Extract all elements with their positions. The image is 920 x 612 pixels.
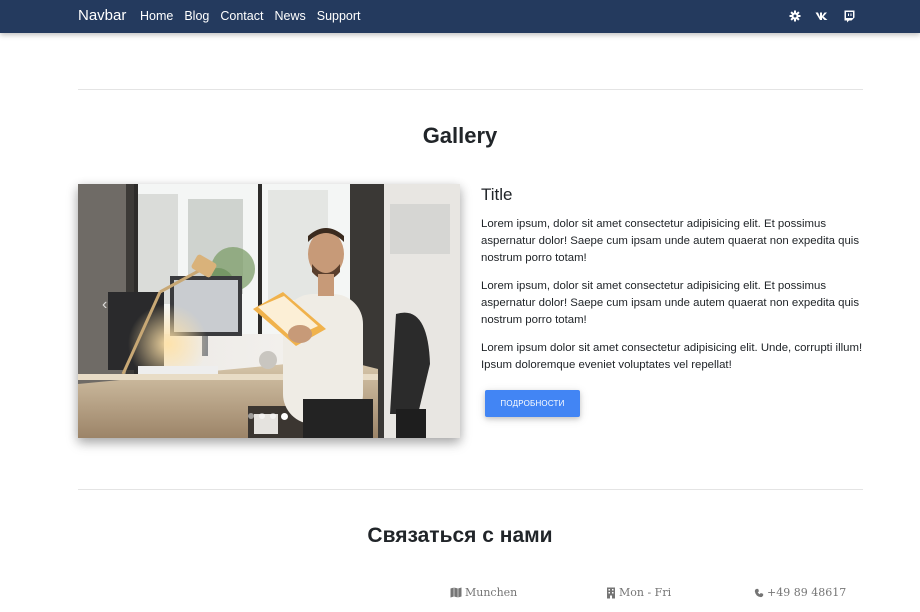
carousel-indicator-1[interactable] [248,413,254,419]
social-links [775,9,856,23]
nav-link-contact[interactable]: Contact [220,9,263,23]
carousel-indicator-3[interactable] [270,413,276,419]
carousel-indicator-2[interactable] [259,413,265,419]
carousel-indicator-4[interactable] [281,412,288,420]
cog-icon[interactable] [788,9,802,23]
contact-heading: Связаться с нами [367,524,553,547]
navbar: Navbar Home Blog Contact News Support [0,0,920,33]
carousel-prev-icon[interactable]: ‹ [102,296,107,314]
contact-phone-text[interactable]: +49 89 48617 [767,586,846,599]
carousel-indicators [248,412,293,420]
nav-link-home[interactable]: Home [140,9,173,23]
divider-top [78,89,863,90]
phone-icon [754,588,764,597]
map-icon [450,587,462,598]
content-title: Title [481,185,513,204]
contact-phone: +49 89 48617 [754,586,846,599]
gallery-image [78,184,460,438]
nav-link-blog[interactable]: Blog [184,9,209,23]
content-paragraph-3: Lorem ipsum dolor sit amet consectetur a… [481,342,863,371]
details-button[interactable]: ПОДРОБНОСТИ [485,390,580,417]
contact-hours-text: Mon - Fri [619,586,672,599]
contact-location: Munchen [450,586,517,599]
gallery-heading: Gallery [422,123,498,148]
nav-link-news[interactable]: News [274,9,305,23]
nav-links: Home Blog Contact News Support [140,9,372,23]
nav-link-support[interactable]: Support [317,9,361,23]
navbar-brand[interactable]: Navbar [78,7,126,24]
building-icon [607,587,615,598]
content-paragraph-1: Lorem ipsum, dolor sit amet consectetur … [481,218,860,264]
twitch-icon[interactable] [842,9,856,23]
vk-icon[interactable] [815,9,829,23]
content-paragraph-2: Lorem ipsum, dolor sit amet consectetur … [481,280,860,326]
gallery-carousel[interactable]: ‹ [78,184,460,438]
contact-hours: Mon - Fri [606,586,671,599]
contact-location-text: Munchen [465,586,518,599]
divider-bottom [78,489,863,490]
